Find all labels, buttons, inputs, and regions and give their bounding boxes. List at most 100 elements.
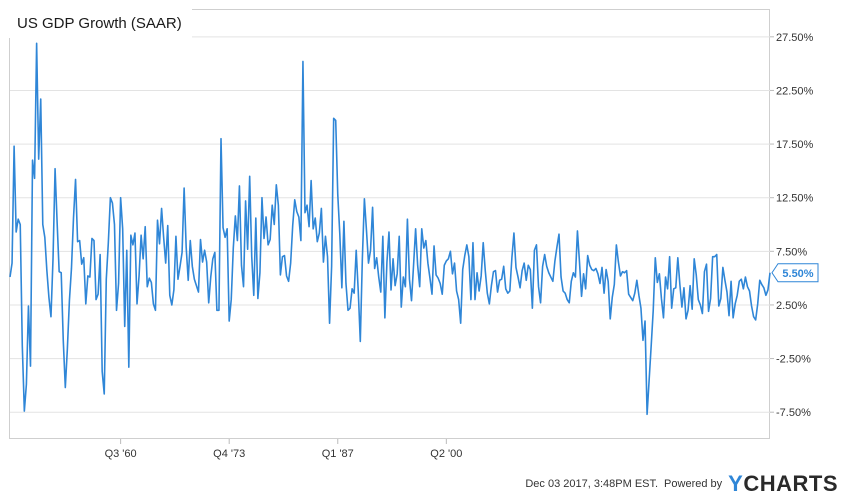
data-point bbox=[492, 270, 494, 272]
data-point bbox=[136, 303, 138, 305]
logo-y: Y bbox=[728, 471, 744, 496]
chart-svg: Q3 '60 Q4 '73 Q1 '87 Q2 '00 -7.50% -2.50% 2.5… bbox=[9, 9, 819, 460]
data-point bbox=[322, 261, 324, 263]
data-point bbox=[582, 273, 584, 275]
data-point bbox=[662, 317, 664, 319]
data-point bbox=[230, 298, 232, 300]
data-point bbox=[462, 268, 464, 270]
data-point bbox=[716, 253, 718, 255]
data-point bbox=[646, 413, 648, 415]
data-point bbox=[365, 229, 367, 231]
data-point bbox=[679, 283, 681, 285]
data-point bbox=[621, 270, 623, 272]
data-point bbox=[160, 207, 162, 209]
data-point bbox=[205, 261, 207, 263]
data-point bbox=[355, 249, 357, 251]
x-tick-label: Q4 '73 bbox=[213, 448, 245, 460]
data-point bbox=[197, 291, 199, 293]
data-point bbox=[494, 269, 496, 271]
y-tick-label: 27.50% bbox=[776, 32, 814, 44]
data-point bbox=[359, 340, 361, 342]
data-point bbox=[345, 282, 347, 284]
data-point bbox=[85, 303, 87, 305]
data-point bbox=[589, 264, 591, 266]
data-point bbox=[265, 216, 267, 218]
data-point bbox=[660, 297, 662, 299]
data-point bbox=[347, 309, 349, 311]
data-point bbox=[500, 278, 502, 280]
data-point bbox=[50, 316, 52, 318]
data-point bbox=[724, 279, 726, 281]
data-point bbox=[64, 386, 66, 388]
data-point bbox=[134, 232, 136, 234]
data-point bbox=[408, 278, 410, 280]
data-point bbox=[87, 275, 89, 277]
data-point bbox=[255, 217, 257, 219]
data-point bbox=[46, 269, 48, 271]
data-point bbox=[630, 296, 632, 298]
data-point bbox=[734, 303, 736, 305]
data-point bbox=[23, 410, 25, 412]
data-point bbox=[498, 279, 500, 281]
data-point bbox=[410, 299, 412, 301]
data-point bbox=[9, 276, 11, 278]
data-point bbox=[42, 223, 44, 225]
data-point bbox=[765, 294, 767, 296]
data-point bbox=[490, 284, 492, 286]
x-axis-ticks: Q3 '60 Q4 '73 Q1 '87 Q2 '00 bbox=[105, 439, 462, 460]
data-point bbox=[285, 275, 287, 277]
data-point bbox=[310, 179, 312, 181]
data-point bbox=[482, 242, 484, 244]
data-point bbox=[394, 284, 396, 286]
data-point bbox=[124, 325, 126, 327]
data-point bbox=[273, 223, 275, 225]
data-point bbox=[767, 289, 769, 291]
data-point bbox=[218, 309, 220, 311]
data-point bbox=[193, 278, 195, 280]
data-point bbox=[611, 296, 613, 298]
data-point bbox=[130, 234, 132, 236]
data-point bbox=[627, 293, 629, 295]
data-point bbox=[666, 288, 668, 290]
data-point bbox=[398, 235, 400, 237]
data-point bbox=[48, 296, 50, 298]
data-point bbox=[226, 228, 228, 230]
data-point bbox=[91, 237, 93, 239]
data-point bbox=[210, 276, 212, 278]
data-point bbox=[429, 277, 431, 279]
data-point bbox=[361, 258, 363, 260]
data-point bbox=[632, 299, 634, 301]
data-point bbox=[324, 235, 326, 237]
data-point bbox=[623, 272, 625, 274]
data-point bbox=[60, 272, 62, 274]
data-point bbox=[421, 228, 423, 230]
data-point bbox=[617, 261, 619, 263]
data-point bbox=[337, 193, 339, 195]
data-point bbox=[484, 269, 486, 271]
data-point bbox=[507, 292, 509, 294]
data-point bbox=[373, 267, 375, 269]
last-value-flag-group: 5.50% bbox=[771, 263, 819, 283]
plot-area bbox=[9, 9, 770, 439]
data-point bbox=[31, 159, 33, 161]
data-point bbox=[144, 225, 146, 227]
data-point bbox=[638, 294, 640, 296]
data-point bbox=[35, 42, 37, 44]
data-point bbox=[351, 288, 353, 290]
data-point bbox=[302, 60, 304, 62]
data-point bbox=[152, 303, 154, 305]
data-point bbox=[89, 276, 91, 278]
data-point bbox=[169, 294, 171, 296]
data-point bbox=[183, 187, 185, 189]
y-axis-ticks: -7.50% -2.50% 2.50% 7.50% 12.50% 17.50% 22.50%… bbox=[770, 32, 814, 419]
data-point bbox=[52, 258, 54, 260]
data-point bbox=[150, 281, 152, 283]
data-point bbox=[363, 198, 365, 200]
data-point bbox=[535, 244, 537, 246]
data-point bbox=[597, 273, 599, 275]
data-point bbox=[709, 297, 711, 299]
data-point bbox=[601, 266, 603, 268]
data-point bbox=[326, 255, 328, 257]
data-point bbox=[748, 290, 750, 292]
data-point bbox=[332, 117, 334, 119]
